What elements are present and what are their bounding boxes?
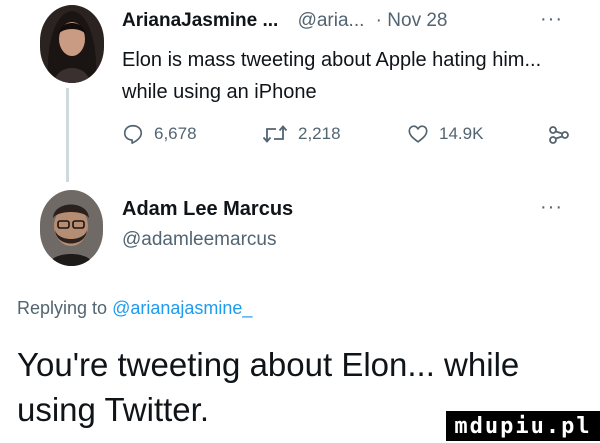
heart-icon — [408, 125, 428, 143]
tweet1-display-name[interactable]: ArianaJasmine ... — [122, 10, 278, 31]
thread-connector-line — [66, 88, 69, 182]
tweet1-handle[interactable]: @aria... — [298, 10, 365, 31]
tweet1-separator: · — [375, 10, 388, 31]
retweet-arrows-icon — [262, 125, 288, 143]
replying-handle-link[interactable]: @arianajasmine_ — [112, 298, 252, 318]
tweet1-header: ArianaJasmine ... @aria... · Nov 28 — [122, 10, 447, 32]
share-nodes-icon — [549, 126, 569, 144]
retweet-button[interactable]: 2,218 — [262, 123, 341, 145]
like-button[interactable]: 14.9K — [407, 123, 483, 145]
replying-prefix: Replying to — [17, 298, 113, 318]
avatar-arianajasmine[interactable] — [40, 5, 104, 83]
avatar-adamleemarcus[interactable] — [40, 190, 103, 266]
speech-bubble-icon — [123, 124, 143, 144]
watermark-logo: mdupiu.pl — [446, 411, 600, 441]
reply-count: 6,678 — [154, 124, 197, 143]
tweet2-more-icon[interactable]: ··· — [540, 196, 563, 219]
tweet2-display-name[interactable]: Adam Lee Marcus — [122, 198, 293, 221]
tweet1-text: Elon is mass tweeting about Apple hating… — [122, 49, 542, 103]
tweet2-handle[interactable]: @adamleemarcus — [122, 229, 276, 251]
like-count: 14.9K — [439, 124, 484, 143]
replying-to-line: Replying to @arianajasmine_ — [17, 298, 252, 319]
reply-button[interactable]: 6,678 — [122, 123, 197, 145]
tweet1-date[interactable]: Nov 28 — [387, 10, 447, 31]
share-button[interactable] — [547, 123, 571, 147]
tweet1-action-bar: 6,678 2,218 14.9K — [122, 123, 582, 153]
retweet-count: 2,218 — [298, 124, 341, 143]
tweet1-more-icon[interactable]: ··· — [540, 8, 563, 31]
